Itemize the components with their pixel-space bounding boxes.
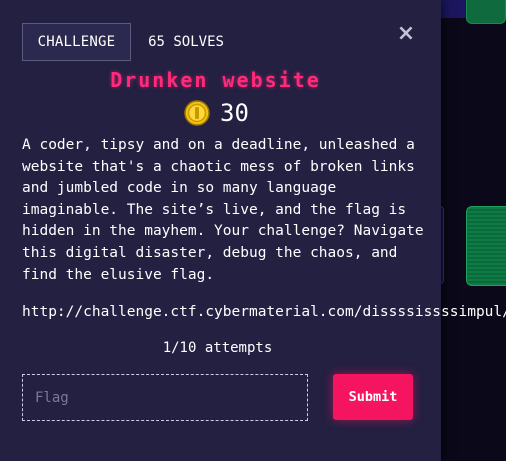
- flag-input[interactable]: [22, 374, 308, 421]
- points-value: 30: [220, 99, 249, 127]
- tab-solves[interactable]: 65 SOLVES: [131, 23, 241, 61]
- background-challenge-card: [466, 0, 506, 24]
- challenge-link[interactable]: http://challenge.ctf.cybermaterial.com/d…: [22, 302, 506, 324]
- coin-icon: [184, 100, 210, 126]
- close-icon[interactable]: ×: [396, 22, 416, 46]
- attempts-counter: 1/10 attempts: [162, 340, 273, 356]
- points-display: 30: [184, 98, 249, 128]
- challenge-title: Drunken website: [110, 68, 321, 92]
- background-challenge-card: [466, 206, 506, 286]
- submit-button[interactable]: Submit: [333, 374, 413, 420]
- challenge-description: A coder, tipsy and on a deadline, unleas…: [22, 137, 424, 283]
- challenge-modal: CHALLENGE 65 SOLVES × Drunken website 30…: [0, 0, 506, 461]
- tab-challenge[interactable]: CHALLENGE: [22, 23, 131, 61]
